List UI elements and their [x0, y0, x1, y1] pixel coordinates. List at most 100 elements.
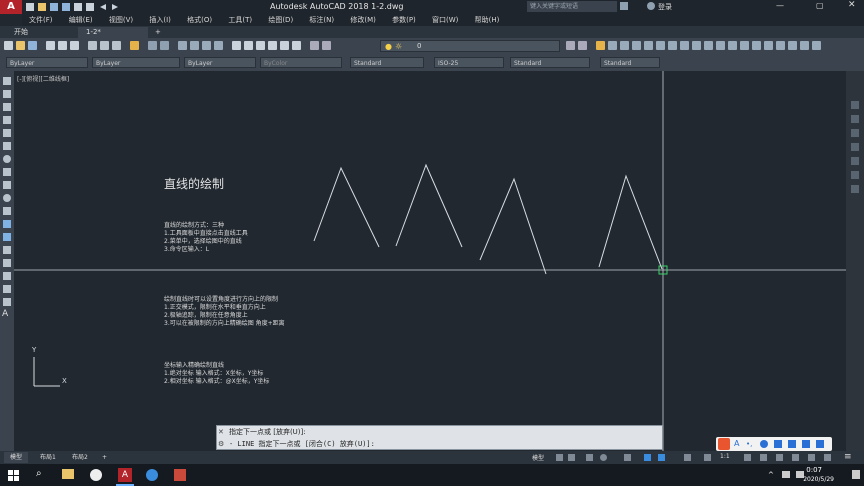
- modify-move-icon[interactable]: [851, 157, 859, 165]
- user-icon[interactable]: [647, 2, 655, 10]
- gradient-icon[interactable]: [3, 272, 11, 280]
- explode-icon[interactable]: [800, 41, 809, 50]
- paste-icon[interactable]: [112, 41, 121, 50]
- publish-icon[interactable]: [70, 41, 79, 50]
- modify-copy-icon[interactable]: [851, 115, 859, 123]
- menu-format[interactable]: 格式(O): [187, 14, 212, 26]
- customization-menu-icon[interactable]: ≡: [844, 452, 852, 462]
- erase-icon[interactable]: [620, 41, 629, 50]
- autocad-taskbar-icon[interactable]: A: [118, 468, 132, 482]
- sheet-set-icon[interactable]: [268, 41, 277, 50]
- revision-cloud-icon[interactable]: [3, 168, 11, 176]
- isodraft-icon[interactable]: [624, 454, 631, 461]
- quick-access-toolbar[interactable]: [26, 2, 136, 12]
- search-icon[interactable]: [620, 2, 628, 10]
- properties-icon[interactable]: [232, 41, 241, 50]
- plotstyle-dropdown[interactable]: ByColor: [260, 57, 342, 68]
- lineweight-dropdown[interactable]: ByLayer: [184, 57, 256, 68]
- menu-insert[interactable]: 插入(I): [149, 14, 171, 26]
- object-snap-icon[interactable]: [658, 454, 665, 461]
- make-current-layer-icon[interactable]: [566, 41, 575, 50]
- ime-emoji-icon[interactable]: [760, 440, 768, 448]
- extend-icon[interactable]: [740, 41, 749, 50]
- menu-help[interactable]: 帮助(H): [475, 14, 500, 26]
- quick-properties-icon[interactable]: [792, 454, 799, 461]
- object-snap-tracking-icon[interactable]: [644, 454, 651, 461]
- quickcalc-icon[interactable]: [292, 41, 301, 50]
- new-icon[interactable]: [4, 41, 13, 50]
- notification-icon[interactable]: [852, 470, 860, 479]
- table-style-dropdown[interactable]: Standard: [510, 57, 590, 68]
- autocad-logo-icon[interactable]: A: [0, 0, 22, 14]
- modify-mirror-icon[interactable]: [851, 129, 859, 137]
- tool-palettes-icon[interactable]: [256, 41, 265, 50]
- chamfer-icon[interactable]: [776, 41, 785, 50]
- tab-start[interactable]: 开始: [6, 27, 36, 38]
- make-block-icon[interactable]: [3, 233, 11, 241]
- undo-icon[interactable]: [148, 41, 157, 50]
- multiline-text-icon[interactable]: A: [2, 309, 8, 319]
- browser-icon[interactable]: [146, 469, 158, 481]
- layer-dropdown[interactable]: ● ☼ 0: [380, 40, 560, 52]
- menu-file[interactable]: 文件(F): [29, 14, 53, 26]
- ime-tools-icon[interactable]: [816, 440, 824, 448]
- line-icon[interactable]: [596, 41, 605, 50]
- polygon-icon[interactable]: [3, 116, 11, 124]
- trim-icon[interactable]: [728, 41, 737, 50]
- circle-icon[interactable]: [3, 155, 11, 163]
- layer-properties-icon[interactable]: [310, 41, 319, 50]
- minimize-icon[interactable]: —: [776, 1, 784, 10]
- offset-icon[interactable]: [656, 41, 665, 50]
- cut-icon[interactable]: [88, 41, 97, 50]
- open-icon[interactable]: [16, 41, 25, 50]
- construction-line-icon[interactable]: [3, 90, 11, 98]
- tab-drawing-1-2[interactable]: 1-2*: [78, 27, 148, 38]
- office-app-icon[interactable]: [174, 469, 186, 481]
- new-tab-button[interactable]: +: [152, 27, 164, 38]
- tray-overflow-icon[interactable]: ^: [768, 471, 774, 479]
- point-icon[interactable]: [3, 246, 11, 254]
- region-icon[interactable]: [3, 285, 11, 293]
- markup-icon[interactable]: [280, 41, 289, 50]
- mirror-icon[interactable]: [644, 41, 653, 50]
- ime-mode-icon[interactable]: A: [734, 439, 739, 448]
- ortho-icon[interactable]: [586, 454, 593, 461]
- modify-offset-icon[interactable]: [851, 143, 859, 151]
- stretch-icon[interactable]: [716, 41, 725, 50]
- windows-start-icon[interactable]: [8, 470, 19, 481]
- command-customize-icon[interactable]: ⚙: [218, 440, 224, 448]
- menu-window[interactable]: 窗口(W): [432, 14, 458, 26]
- spline-icon[interactable]: [3, 181, 11, 189]
- rectangle-icon[interactable]: [3, 129, 11, 137]
- polyline-icon[interactable]: [608, 41, 617, 50]
- annotation-scale-value[interactable]: 1:1: [720, 453, 730, 460]
- move-icon[interactable]: [680, 41, 689, 50]
- file-explorer-icon[interactable]: [62, 469, 74, 479]
- text-style-dropdown[interactable]: Standard: [350, 57, 424, 68]
- network-icon[interactable]: [782, 471, 790, 478]
- ime-toolbar[interactable]: A •,: [716, 437, 832, 451]
- ellipse-arc-icon[interactable]: [3, 207, 11, 215]
- match-properties-icon[interactable]: [130, 41, 139, 50]
- ellipse-icon[interactable]: [3, 194, 11, 202]
- copy-icon[interactable]: [100, 41, 109, 50]
- layer-state-icon[interactable]: [322, 41, 331, 50]
- modify-rotate-icon[interactable]: [851, 171, 859, 179]
- menu-tools[interactable]: 工具(T): [228, 14, 252, 26]
- modify-erase-icon[interactable]: [851, 101, 859, 109]
- print-preview-icon[interactable]: [58, 41, 67, 50]
- command-prompt[interactable]: - LINE 指定下一点或 [闭合(C) 放弃(U)]:: [229, 439, 375, 449]
- close-icon[interactable]: ✕: [848, 0, 856, 10]
- insert-block-icon[interactable]: [3, 220, 11, 228]
- zoom-realtime-icon[interactable]: [190, 41, 199, 50]
- join-icon[interactable]: [764, 41, 773, 50]
- annotation-scale-icon[interactable]: [704, 454, 711, 461]
- ime-skin-icon[interactable]: [802, 440, 810, 448]
- pan-icon[interactable]: [178, 41, 187, 50]
- tab-layout1[interactable]: 布局1: [34, 452, 62, 463]
- sign-in-link[interactable]: 登录: [658, 2, 672, 12]
- break-icon[interactable]: [752, 41, 761, 50]
- color-dropdown[interactable]: ByLayer: [6, 57, 88, 68]
- fillet-icon[interactable]: [788, 41, 797, 50]
- taskbar-search-icon[interactable]: ⌕: [36, 468, 42, 479]
